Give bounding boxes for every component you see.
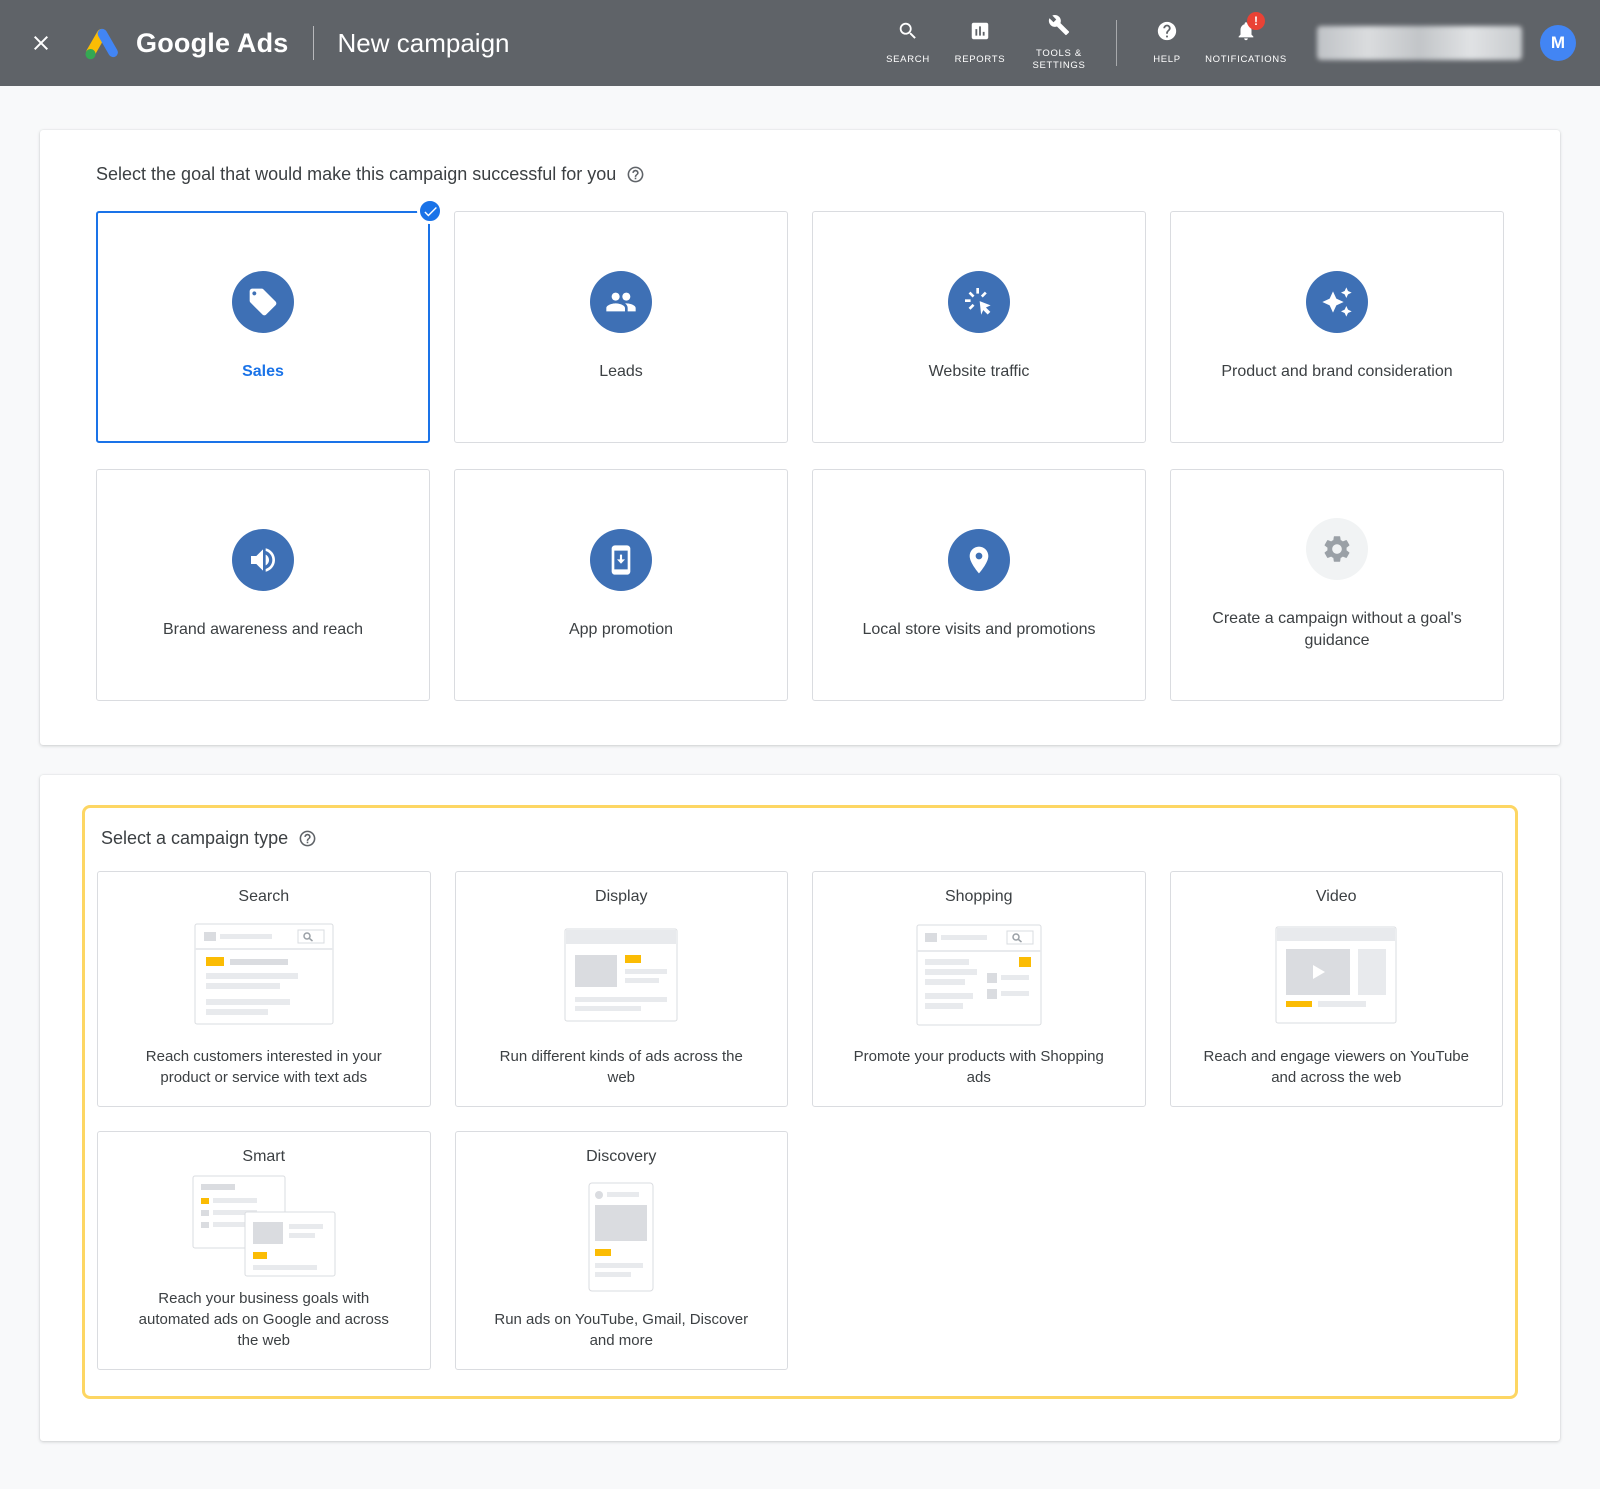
map-pin-icon bbox=[948, 529, 1010, 591]
nav-tools-settings[interactable]: TOOLS & SETTINGS bbox=[1016, 10, 1102, 77]
goal-card-brand-awareness[interactable]: Brand awareness and reach bbox=[96, 469, 430, 701]
goal-card-website-traffic[interactable]: Website traffic bbox=[812, 211, 1146, 443]
header-nav: SEARCH REPORTS TOOLS & SETTINGS HELP ! bbox=[872, 10, 1289, 77]
goal-label-leads: Leads bbox=[599, 361, 643, 383]
goal-label-website-traffic: Website traffic bbox=[929, 361, 1030, 383]
google-ads-brand: Google Ads bbox=[82, 25, 289, 61]
phone-download-icon bbox=[590, 529, 652, 591]
help-icon bbox=[1156, 20, 1178, 47]
goal-label-local-store-visits: Local store visits and promotions bbox=[863, 619, 1096, 641]
reports-icon bbox=[969, 20, 991, 47]
nav-search[interactable]: SEARCH bbox=[872, 16, 944, 70]
nav-notifications-label: NOTIFICATIONS bbox=[1205, 54, 1287, 66]
sales-tag-icon bbox=[232, 271, 294, 333]
campaign-type-heading: Select a campaign type bbox=[101, 828, 288, 849]
goal-help-icon[interactable] bbox=[626, 165, 645, 184]
leads-people-icon bbox=[590, 271, 652, 333]
google-ads-logo-icon bbox=[82, 25, 122, 61]
brand-name: Google Ads bbox=[136, 28, 289, 59]
discovery-campaign-illustration bbox=[551, 1181, 691, 1293]
nav-search-label: SEARCH bbox=[886, 54, 930, 66]
type-card-video[interactable]: Video Reach and engage viewers on You bbox=[1170, 871, 1504, 1107]
header-divider bbox=[313, 26, 314, 60]
wrench-icon bbox=[1048, 14, 1070, 41]
goal-section-heading: Select the goal that would make this cam… bbox=[96, 164, 616, 185]
nav-help-label: HELP bbox=[1153, 54, 1181, 66]
campaign-type-help-icon[interactable] bbox=[298, 829, 317, 848]
type-name-shopping: Shopping bbox=[945, 888, 1013, 906]
goal-label-sales: Sales bbox=[242, 361, 284, 383]
nav-help[interactable]: HELP bbox=[1131, 16, 1203, 70]
goal-card-leads[interactable]: Leads bbox=[454, 211, 788, 443]
type-card-search[interactable]: Search bbox=[97, 871, 431, 1107]
selected-check-icon bbox=[417, 198, 443, 224]
type-card-discovery[interactable]: Discovery Run ads on YouTube, Gmail, bbox=[455, 1131, 789, 1370]
type-name-discovery: Discovery bbox=[586, 1148, 656, 1166]
type-name-smart: Smart bbox=[242, 1148, 285, 1166]
account-name-redacted bbox=[1317, 26, 1522, 60]
goal-label-no-goal-guidance: Create a campaign without a goal's guida… bbox=[1211, 608, 1463, 651]
type-desc-video: Reach and engage viewers on YouTube and … bbox=[1200, 1046, 1472, 1088]
goal-card-app-promotion[interactable]: App promotion bbox=[454, 469, 788, 701]
type-desc-shopping: Promote your products with Shopping ads bbox=[843, 1046, 1115, 1088]
campaign-type-grid: Search bbox=[97, 871, 1503, 1370]
notification-badge: ! bbox=[1247, 12, 1265, 30]
nav-divider bbox=[1116, 20, 1117, 66]
campaign-type-highlight-box: Select a campaign type Search bbox=[82, 805, 1518, 1399]
nav-tools-settings-label: TOOLS & SETTINGS bbox=[1022, 48, 1096, 73]
goal-card-sales[interactable]: Sales bbox=[96, 211, 430, 443]
type-desc-display: Run different kinds of ads across the we… bbox=[485, 1046, 757, 1088]
nav-reports[interactable]: REPORTS bbox=[944, 16, 1016, 70]
nav-notifications[interactable]: ! NOTIFICATIONS bbox=[1203, 16, 1289, 70]
campaign-type-panel: Select a campaign type Search bbox=[40, 775, 1560, 1441]
avatar[interactable]: M bbox=[1540, 25, 1576, 61]
goal-label-app-promotion: App promotion bbox=[569, 619, 673, 641]
goal-selection-panel: Select the goal that would make this cam… bbox=[40, 130, 1560, 745]
gear-icon bbox=[1306, 518, 1368, 580]
type-name-display: Display bbox=[595, 888, 647, 906]
top-app-bar: Google Ads New campaign SEARCH REPORTS T… bbox=[0, 0, 1600, 86]
goal-grid: Sales Leads Website traffic Product and … bbox=[96, 211, 1504, 701]
type-name-search: Search bbox=[238, 888, 289, 906]
type-card-shopping[interactable]: Shopping bbox=[812, 871, 1146, 1107]
goal-label-brand-awareness: Brand awareness and reach bbox=[163, 619, 363, 641]
type-card-display[interactable]: Display Run different bbox=[455, 871, 789, 1107]
main-content: Select the goal that would make this cam… bbox=[0, 86, 1600, 1489]
type-desc-smart: Reach your business goals with automated… bbox=[128, 1288, 400, 1351]
display-campaign-illustration bbox=[551, 923, 691, 1027]
bell-icon: ! bbox=[1235, 20, 1257, 47]
search-icon bbox=[897, 20, 919, 47]
goal-card-local-store-visits[interactable]: Local store visits and promotions bbox=[812, 469, 1146, 701]
search-campaign-illustration bbox=[194, 923, 334, 1027]
page-title: New campaign bbox=[338, 28, 510, 59]
smart-campaign-illustration bbox=[189, 1174, 339, 1278]
type-desc-discovery: Run ads on YouTube, Gmail, Discover and … bbox=[485, 1309, 757, 1351]
video-campaign-illustration bbox=[1266, 923, 1406, 1027]
shopping-campaign-illustration bbox=[909, 923, 1049, 1027]
type-name-video: Video bbox=[1316, 888, 1357, 906]
website-traffic-click-icon bbox=[948, 271, 1010, 333]
type-desc-search: Reach customers interested in your produ… bbox=[128, 1046, 400, 1088]
close-icon[interactable] bbox=[20, 22, 62, 64]
goal-card-product-brand-consideration[interactable]: Product and brand consideration bbox=[1170, 211, 1504, 443]
speaker-icon bbox=[232, 529, 294, 591]
goal-label-product-brand-consideration: Product and brand consideration bbox=[1221, 361, 1452, 383]
sparkles-icon bbox=[1306, 271, 1368, 333]
type-card-smart[interactable]: Smart bbox=[97, 1131, 431, 1370]
nav-reports-label: REPORTS bbox=[955, 54, 1006, 66]
goal-card-no-goal-guidance[interactable]: Create a campaign without a goal's guida… bbox=[1170, 469, 1504, 701]
